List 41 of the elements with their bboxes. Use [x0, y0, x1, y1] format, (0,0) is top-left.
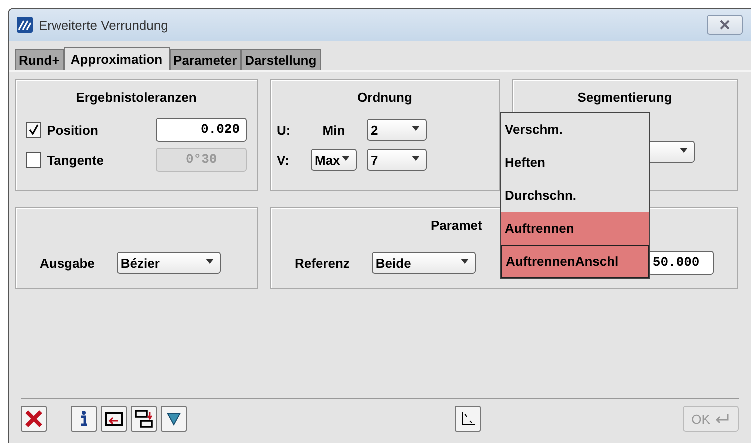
info-button[interactable] — [71, 406, 97, 432]
panel-title: Ordnung — [356, 90, 414, 105]
axis-label: V: — [277, 152, 290, 168]
menu-item[interactable]: AuftrennenAnschl — [501, 245, 649, 278]
input-field[interactable]: 0.020 — [156, 118, 247, 142]
output-dropdown[interactable]: Bézier — [116, 252, 221, 274]
axis-label: U: — [277, 122, 292, 138]
app-logo-icon — [17, 17, 33, 33]
field-label: Position — [47, 122, 100, 138]
input-field[interactable]: 50.000 — [648, 251, 714, 275]
tab[interactable]: Parameter — [170, 49, 242, 70]
reference-dropdown[interactable]: Beide — [372, 252, 476, 274]
menu-item[interactable]: Verschm. — [501, 113, 649, 146]
degree-dropdown[interactable]: 7 — [367, 149, 427, 171]
field-label: Referenz — [295, 256, 350, 270]
tab[interactable]: Rund+ — [15, 49, 64, 70]
menu-item[interactable]: Durchschn. — [501, 179, 649, 212]
panel-title: Ergebnistoleranzen — [75, 90, 198, 105]
mode-dropdown[interactable]: Max — [311, 149, 357, 171]
mode-label: Min — [322, 122, 346, 138]
panel-title: Segmentierung — [576, 90, 674, 105]
axes-button[interactable] — [455, 406, 481, 432]
swap-button[interactable] — [131, 406, 157, 432]
tab[interactable]: Approximation — [64, 47, 170, 70]
menu-item[interactable]: Auftrennen — [501, 212, 649, 245]
undo-button[interactable] — [101, 406, 127, 432]
panel-title: Paramet — [431, 218, 482, 233]
swap-icon — [134, 409, 154, 429]
return-icon — [714, 413, 730, 425]
cancel-button[interactable] — [21, 406, 47, 432]
field-label: Tangente — [47, 152, 105, 168]
close-icon — [719, 20, 731, 30]
checkbox[interactable] — [26, 122, 42, 138]
tab[interactable]: Darstellung — [241, 49, 321, 70]
menu-item[interactable]: Heften — [501, 146, 649, 179]
degree-dropdown[interactable]: 2 — [367, 119, 427, 141]
dropdown-button[interactable] — [161, 406, 187, 432]
cross-icon — [24, 409, 44, 429]
close-button[interactable] — [707, 15, 743, 35]
field-label: Ausgabe — [40, 256, 95, 270]
window-title: Erweiterte Verrundung — [39, 18, 168, 32]
